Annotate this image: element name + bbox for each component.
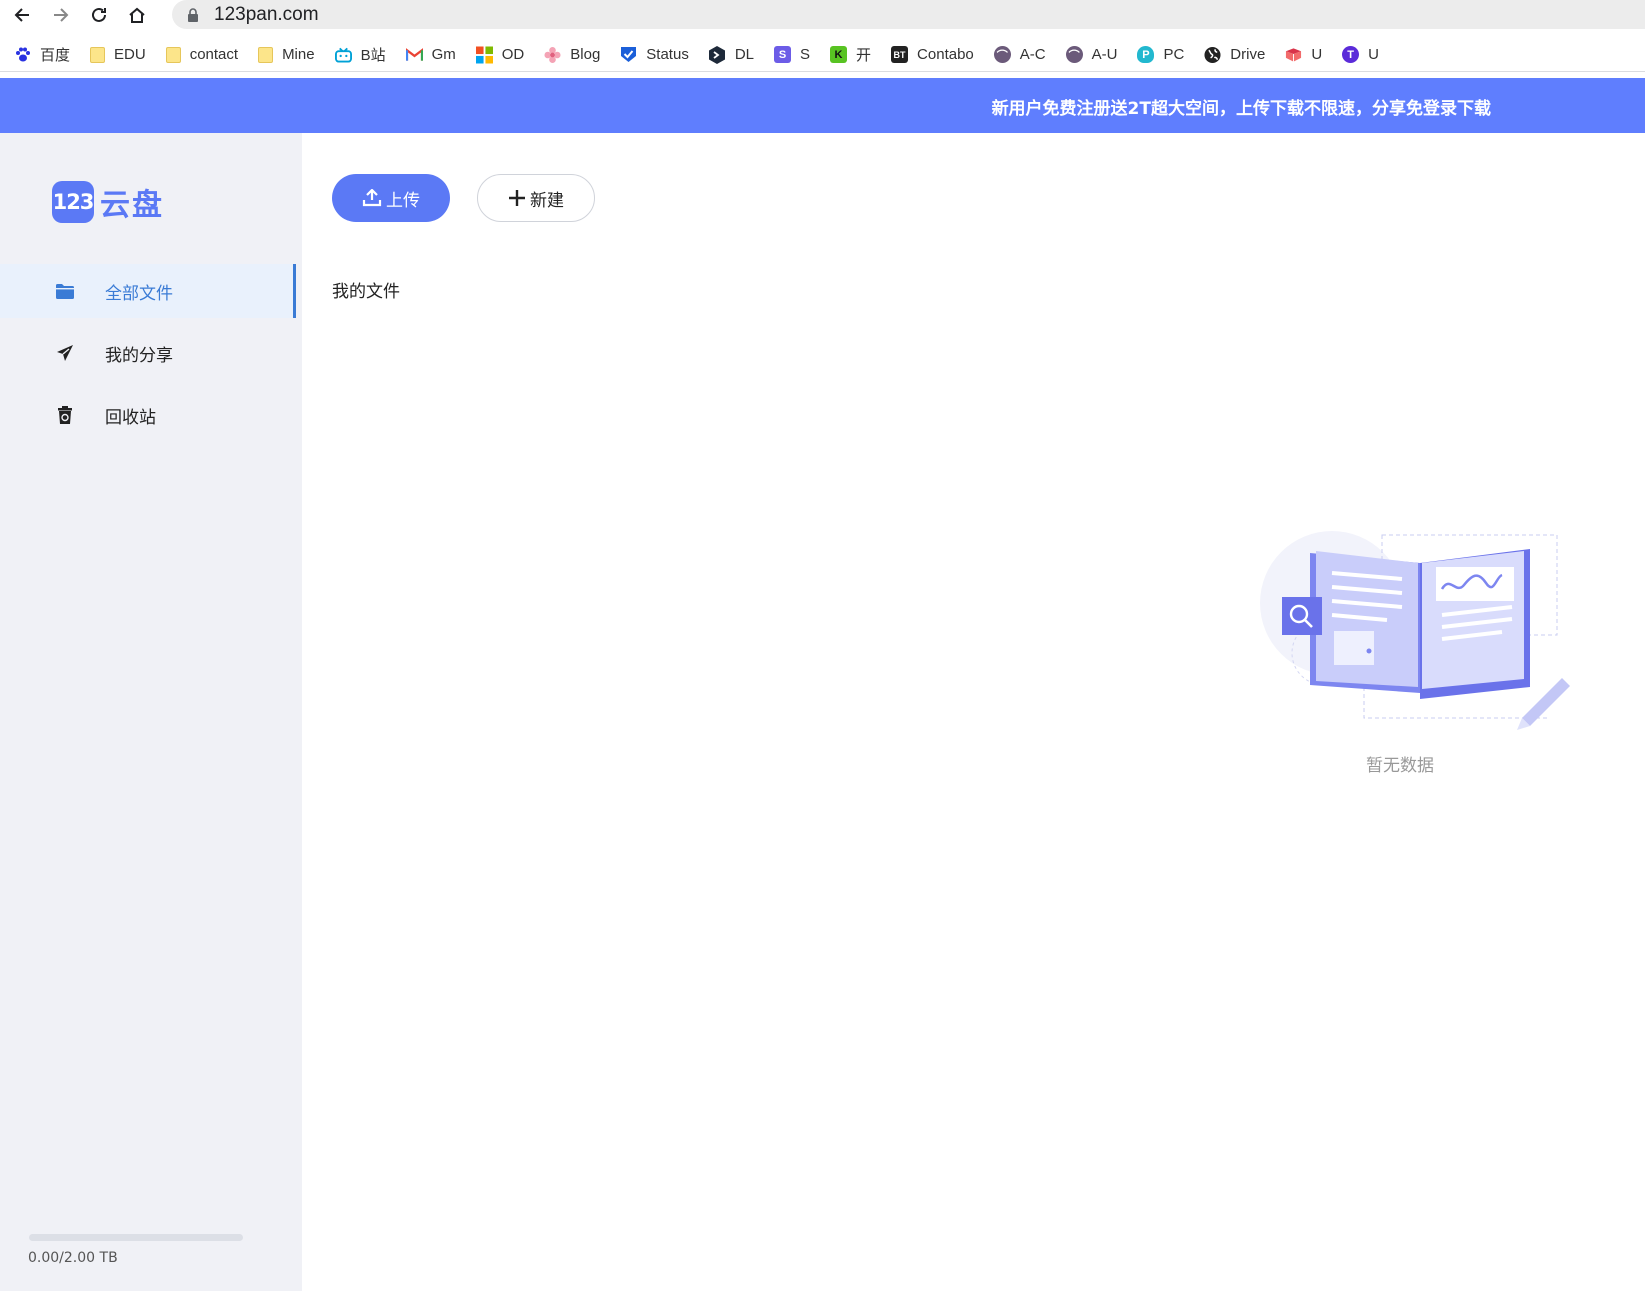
- arrow-right-icon: [54, 8, 69, 22]
- bilibili-icon: [334, 46, 352, 63]
- bookmark-label: 百度: [40, 47, 71, 64]
- empty-state-text: 暂无数据: [1366, 756, 1434, 776]
- folder-icon: [165, 46, 181, 63]
- arrow-left-icon: [14, 8, 29, 22]
- bookmark-blog[interactable]: Blog: [544, 46, 600, 63]
- p-cloud-icon: P: [1137, 46, 1155, 63]
- home-button[interactable]: [124, 2, 150, 28]
- baidu-paw-icon: [14, 46, 31, 63]
- s-icon: S: [774, 46, 792, 63]
- bookmark-u-2[interactable]: T U: [1342, 46, 1379, 63]
- promo-banner-text: 新用户免费注册送2T超大空间，上传下载不限速，分享免登录下载: [991, 99, 1491, 119]
- microsoft-icon: [475, 46, 493, 63]
- status-check-icon: [620, 46, 637, 63]
- logo-text: 云盘: [100, 188, 164, 223]
- gmail-icon: [405, 46, 423, 63]
- send-icon: [55, 343, 75, 363]
- bookmark-label: Drive: [1230, 46, 1266, 63]
- bookmark-contact[interactable]: contact: [165, 46, 239, 63]
- browser-address-row: 123pan.com: [0, 0, 1645, 30]
- bookmark-label: OD: [501, 46, 525, 63]
- bookmark-label: U: [1368, 46, 1379, 63]
- bookmark-dl[interactable]: DL: [709, 45, 755, 64]
- reload-button[interactable]: [86, 2, 112, 28]
- sidebar-item-label: 回收站: [105, 408, 156, 428]
- bookmark-contabo[interactable]: BT Contabo: [891, 46, 974, 63]
- bookmark-label: Blog: [570, 46, 601, 63]
- url-text: 123pan.com: [214, 4, 319, 25]
- bookmark-label: S: [800, 46, 811, 63]
- forward-button[interactable]: [48, 2, 74, 28]
- bookmark-label: EDU: [114, 46, 146, 63]
- tooth-icon: ⌒: [1065, 46, 1083, 63]
- storage-quota-text: 0.00/2.00 TB: [28, 1250, 118, 1266]
- storage-quota-bar: [29, 1234, 243, 1241]
- book-icon: [1285, 46, 1302, 63]
- bookmark-mine[interactable]: Mine: [258, 46, 315, 63]
- bookmark-od[interactable]: OD: [475, 46, 525, 63]
- new-button[interactable]: 新建: [477, 174, 595, 222]
- t-circle-icon: T: [1342, 46, 1360, 63]
- address-bar[interactable]: 123pan.com: [172, 0, 1645, 29]
- sidebar-item-my-shares[interactable]: 我的分享: [0, 326, 296, 380]
- breadcrumb: 我的文件: [332, 282, 400, 302]
- main-content: 上传 新建 我的文件 暂无数据: [302, 133, 1645, 1291]
- bookmark-label: Gm: [431, 46, 456, 63]
- reload-icon: [92, 7, 106, 22]
- sidebar-item-all-files[interactable]: 全部文件: [0, 264, 296, 318]
- recycle-bin-icon: [55, 405, 75, 425]
- dl-icon: [709, 45, 726, 64]
- bookmark-label: PC: [1163, 46, 1185, 63]
- sidebar-item-label: 全部文件: [105, 284, 173, 304]
- back-button[interactable]: [9, 2, 35, 28]
- logo-mark: 123: [52, 181, 94, 223]
- bt-icon: BT: [891, 46, 909, 63]
- empty-state-illustration: [1260, 531, 1570, 730]
- folder-icon: [55, 281, 75, 301]
- folder-icon: [90, 46, 106, 63]
- k-icon: K: [830, 46, 848, 63]
- bookmark-pc[interactable]: P PC: [1137, 46, 1184, 63]
- globe-icon: [1204, 46, 1221, 63]
- folder-icon: [258, 46, 274, 63]
- bookmark-label: U: [1311, 46, 1323, 63]
- bookmark-label: A-C: [1019, 46, 1046, 63]
- app-logo[interactable]: 123 云盘: [52, 180, 164, 224]
- bookmark-label: Mine: [282, 46, 315, 63]
- sidebar-item-recycle-bin[interactable]: 回收站: [0, 388, 296, 442]
- flower-icon: [544, 46, 561, 63]
- bookmark-a-c[interactable]: ⌒ A-C: [993, 46, 1046, 63]
- bookmark-bilibili[interactable]: B站: [334, 44, 386, 65]
- sidebar: 123 云盘 全部文件 我的分享 回收站 0.00/2.00 TB: [0, 133, 302, 1291]
- tooth-icon: ⌒: [993, 46, 1011, 63]
- bookmark-u-1[interactable]: U: [1285, 46, 1322, 63]
- bookmark-kai[interactable]: K 开: [830, 44, 871, 65]
- upload-button-label: 上传: [386, 190, 420, 210]
- bookmark-label: contact: [189, 46, 239, 63]
- bookmark-edu[interactable]: EDU: [90, 46, 146, 63]
- bookmark-label: DL: [734, 46, 755, 63]
- bookmark-baidu[interactable]: 百度: [14, 44, 70, 65]
- bookmark-label: Status: [646, 46, 689, 63]
- bookmark-drive[interactable]: Drive: [1204, 46, 1265, 63]
- bookmark-label: 开: [856, 47, 872, 64]
- bookmark-label: A-U: [1091, 46, 1118, 63]
- lock-icon: [188, 8, 198, 22]
- bookmark-label: Contabo: [917, 46, 974, 63]
- bookmark-status[interactable]: Status: [620, 46, 689, 63]
- upload-button[interactable]: 上传: [332, 174, 450, 222]
- bookmark-a-u[interactable]: ⌒ A-U: [1065, 46, 1118, 63]
- new-button-label: 新建: [530, 190, 564, 210]
- sidebar-item-label: 我的分享: [105, 346, 173, 366]
- upload-icon: [362, 189, 382, 207]
- bookmark-gmail[interactable]: Gm: [405, 46, 456, 63]
- bookmarks-bar: 百度 EDU contact Mine B站 Gm OD Blog Status…: [0, 38, 1645, 72]
- bookmark-s[interactable]: S S: [774, 46, 810, 63]
- plus-icon: [509, 190, 525, 206]
- home-icon: [129, 7, 145, 23]
- bookmark-label: B站: [360, 47, 386, 64]
- promo-banner[interactable]: 新用户免费注册送2T超大空间，上传下载不限速，分享免登录下载: [0, 78, 1645, 133]
